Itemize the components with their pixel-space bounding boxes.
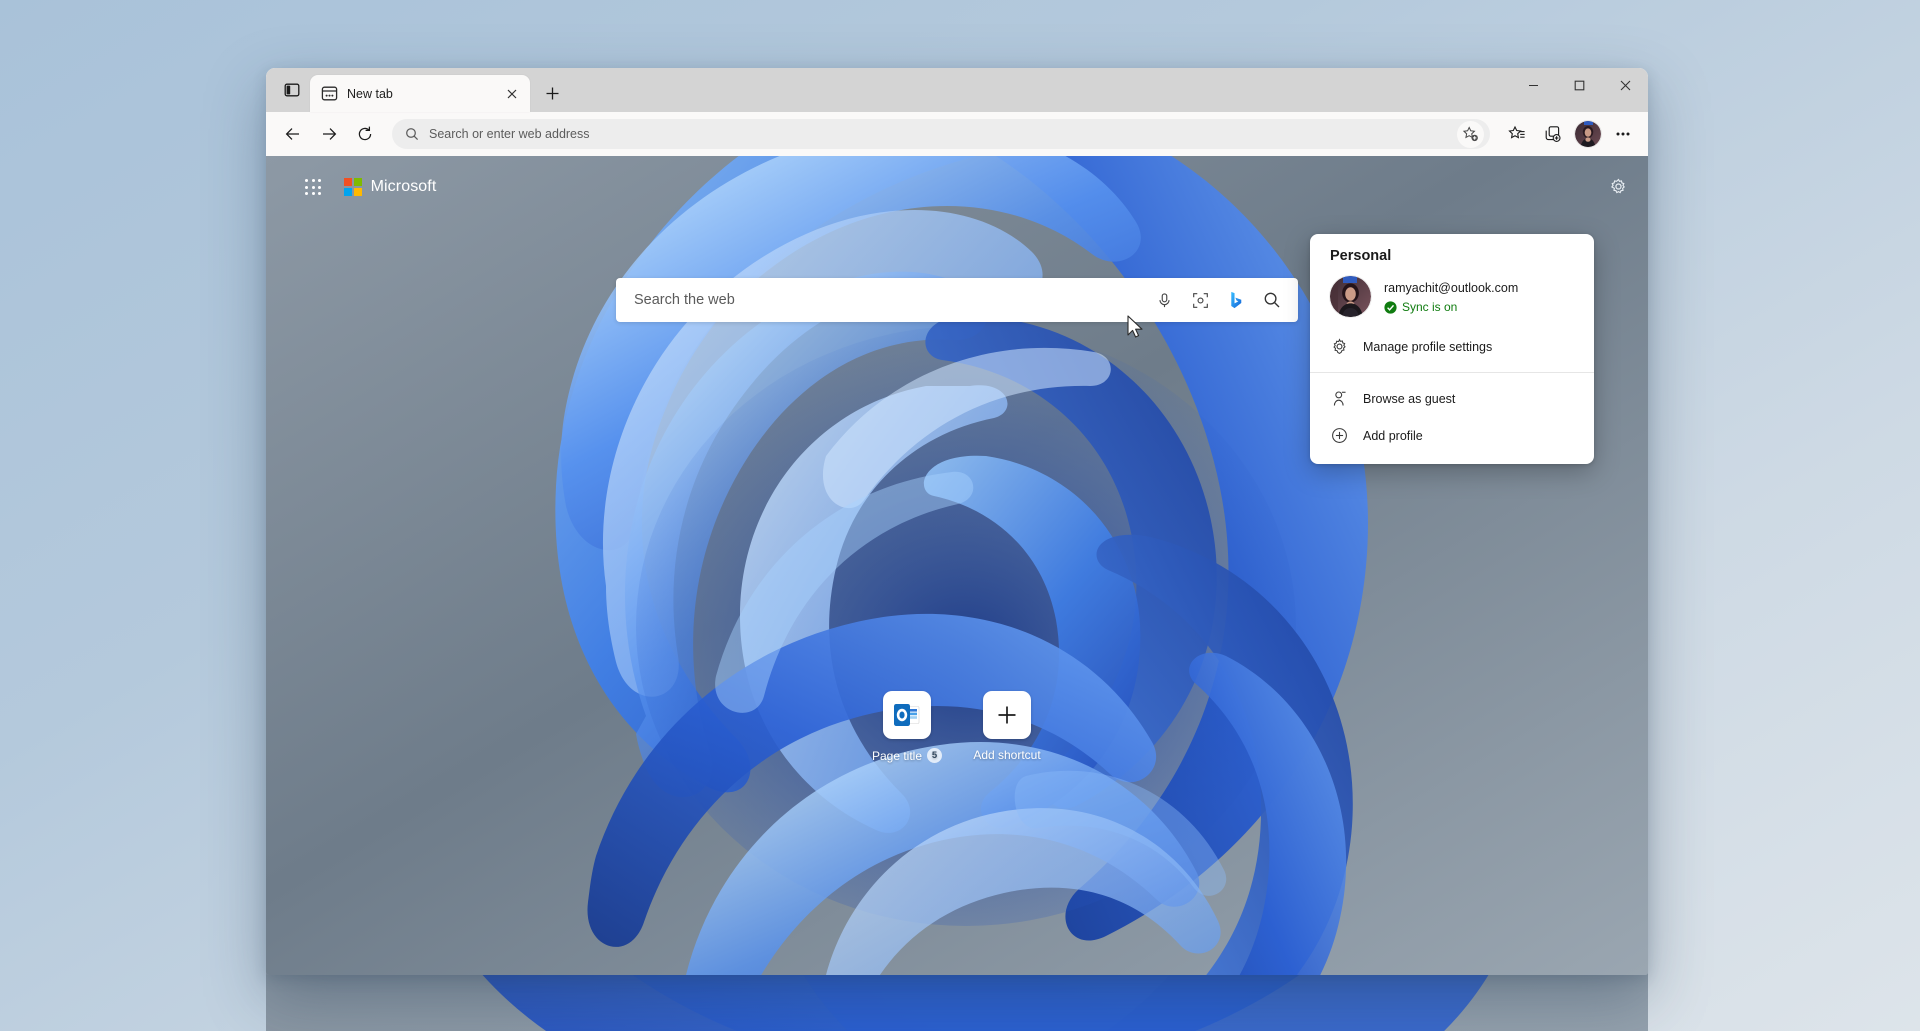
- add-shortcut-title: Add shortcut: [973, 748, 1040, 762]
- profile-button[interactable]: [1575, 121, 1601, 147]
- close-window-button[interactable]: [1602, 68, 1648, 102]
- microsoft-logo[interactable]: Microsoft: [344, 178, 436, 196]
- tab[interactable]: New tab: [310, 75, 530, 112]
- maximize-icon: [1574, 80, 1585, 91]
- sync-status-text: Sync is on: [1402, 300, 1457, 314]
- forward-button[interactable]: [312, 117, 346, 151]
- bing-button[interactable]: [1220, 284, 1252, 316]
- shortcut-badge: 5: [927, 748, 942, 763]
- add-profile-label: Add profile: [1363, 429, 1423, 443]
- star-plus-icon: [1462, 126, 1479, 143]
- close-icon: [1620, 80, 1631, 91]
- favorites-button[interactable]: [1500, 117, 1534, 151]
- refresh-icon: [356, 125, 374, 143]
- collections-icon: [1544, 125, 1562, 143]
- tab-actions-button[interactable]: [274, 72, 310, 108]
- shortcut-tile[interactable]: Page title 5: [868, 691, 946, 763]
- new-tab-page: Microsoft Search the web: [266, 156, 1648, 975]
- profile-flyout-heading: Personal: [1310, 248, 1594, 273]
- manage-profile-settings-row[interactable]: Manage profile settings: [1310, 328, 1594, 365]
- search-submit-button[interactable]: [1256, 284, 1288, 316]
- microsoft-wordmark: Microsoft: [371, 178, 437, 196]
- arrow-right-icon: [320, 125, 338, 143]
- sync-check-icon: [1384, 301, 1397, 314]
- add-favorite-button[interactable]: [1457, 121, 1484, 148]
- address-bar-placeholder: Search or enter web address: [429, 127, 1447, 141]
- newtab-icon: [321, 85, 338, 102]
- web-search-placeholder: Search the web: [634, 292, 1144, 308]
- visual-search-button[interactable]: [1184, 284, 1216, 316]
- add-shortcut-tile[interactable]: Add shortcut: [968, 691, 1046, 763]
- back-button[interactable]: [276, 117, 310, 151]
- profile-account-text: ramyachit@outlook.com Sync is on: [1384, 279, 1518, 314]
- favorites-star-icon: [1508, 125, 1526, 143]
- close-icon: [507, 89, 517, 99]
- profile-email: ramyachit@outlook.com: [1384, 281, 1518, 295]
- maximize-button[interactable]: [1556, 68, 1602, 102]
- sync-status: Sync is on: [1384, 300, 1518, 314]
- browse-as-guest-label: Browse as guest: [1363, 392, 1455, 406]
- tab-close-button[interactable]: [501, 83, 522, 104]
- outlook-icon: [883, 691, 931, 739]
- minimize-icon: [1528, 80, 1539, 91]
- app-grid-icon: [305, 179, 321, 195]
- collections-button[interactable]: [1536, 117, 1570, 151]
- settings-and-more-button[interactable]: [1606, 117, 1640, 151]
- minimize-button[interactable]: [1510, 68, 1556, 102]
- app-launcher-button[interactable]: [296, 170, 330, 204]
- tab-title: New tab: [347, 87, 492, 101]
- plus-icon: [545, 86, 560, 101]
- shortcut-tile-label: Page title 5: [872, 748, 942, 763]
- window-controls: [1510, 68, 1648, 112]
- browser-toolbar: Search or enter web address: [266, 112, 1648, 156]
- new-tab-button[interactable]: [536, 77, 568, 109]
- camera-scan-icon: [1192, 292, 1209, 309]
- profile-flyout: Personal: [1310, 234, 1594, 464]
- browse-as-guest-row[interactable]: Browse as guest: [1310, 380, 1594, 417]
- page-top-bar: Microsoft: [266, 156, 1648, 218]
- manage-profile-settings-label: Manage profile settings: [1363, 340, 1492, 354]
- arrow-left-icon: [284, 125, 302, 143]
- profile-account[interactable]: ramyachit@outlook.com Sync is on: [1310, 273, 1594, 328]
- tab-strip: New tab: [266, 68, 1648, 112]
- shortcut-tiles: Page title 5 Add shortcut: [868, 691, 1046, 763]
- search-icon: [405, 127, 419, 141]
- shortcut-tile-title: Page title: [872, 749, 922, 763]
- guest-person-icon: [1330, 390, 1349, 407]
- gear-icon: [1330, 338, 1349, 355]
- voice-search-button[interactable]: [1148, 284, 1180, 316]
- add-shortcut-label: Add shortcut: [973, 748, 1040, 762]
- refresh-button[interactable]: [348, 117, 382, 151]
- address-bar[interactable]: Search or enter web address: [392, 119, 1490, 149]
- avatar: [1330, 276, 1371, 317]
- tab-actions-icon: [284, 82, 300, 98]
- web-search-box[interactable]: Search the web: [616, 278, 1298, 322]
- search-icon: [1263, 291, 1281, 309]
- microsoft-squares-icon: [344, 178, 362, 196]
- bing-icon: [1228, 291, 1245, 309]
- flyout-divider: [1310, 372, 1594, 373]
- address-bar-actions: [1457, 121, 1484, 148]
- ellipsis-icon: [1614, 125, 1632, 143]
- browser-window: New tab: [266, 68, 1648, 975]
- plus-icon: [983, 691, 1031, 739]
- plus-circle-icon: [1330, 427, 1349, 444]
- avatar: [1575, 121, 1601, 147]
- add-profile-row[interactable]: Add profile: [1310, 417, 1594, 454]
- microphone-icon: [1156, 292, 1173, 309]
